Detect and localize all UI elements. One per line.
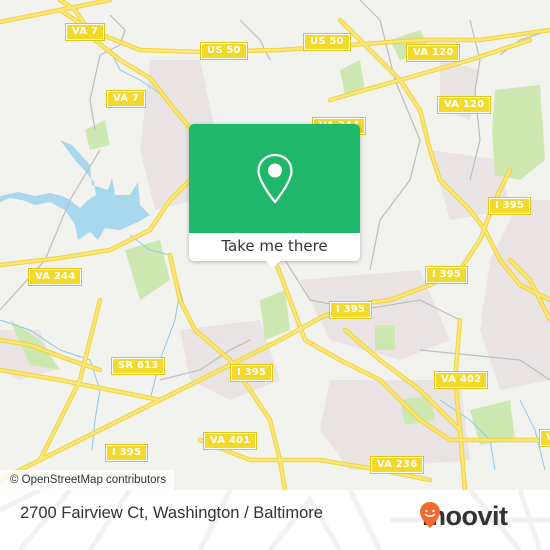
road-label: V	[539, 429, 550, 447]
moovit-pin-smile-icon	[420, 502, 440, 528]
road-label: VA 7	[64, 23, 106, 41]
address-label: 2700 Fairview Ct, Washington / Baltimore	[20, 504, 323, 522]
road-label: US 50	[303, 33, 351, 51]
map-pin-icon	[256, 153, 293, 203]
road-label: VA 120	[436, 96, 492, 114]
popup-header	[189, 124, 360, 233]
map[interactable]: VA 7 US 50 US 50 VA 120 VA 7 VA 244 VA 1…	[0, 0, 550, 490]
road-label: US 50	[200, 42, 248, 60]
road-label: I 395	[487, 197, 532, 215]
moovit-logo[interactable]: moovit	[419, 501, 508, 531]
road-label: I 395	[424, 266, 469, 284]
road-label: I 395	[104, 444, 149, 462]
location-popup[interactable]: Take me there	[189, 124, 360, 268]
road-label: VA 401	[202, 432, 258, 450]
road-label: I 395	[328, 301, 373, 319]
footer: 2700 Fairview Ct, Washington / Baltimore…	[0, 490, 550, 550]
road-label: VA 402	[433, 371, 489, 389]
road-label: VA 120	[405, 44, 461, 62]
map-attribution[interactable]: © OpenStreetMap contributors	[0, 470, 175, 490]
road-label: I 395	[229, 364, 274, 382]
water	[0, 140, 150, 240]
road-label: VA 7	[105, 90, 147, 108]
road-label: VA 244	[27, 268, 83, 286]
take-me-there-button[interactable]: Take me there	[189, 233, 360, 261]
road-label: SR 613	[110, 357, 166, 375]
road-label: VA 236	[369, 456, 425, 474]
popup-pointer	[265, 260, 281, 268]
